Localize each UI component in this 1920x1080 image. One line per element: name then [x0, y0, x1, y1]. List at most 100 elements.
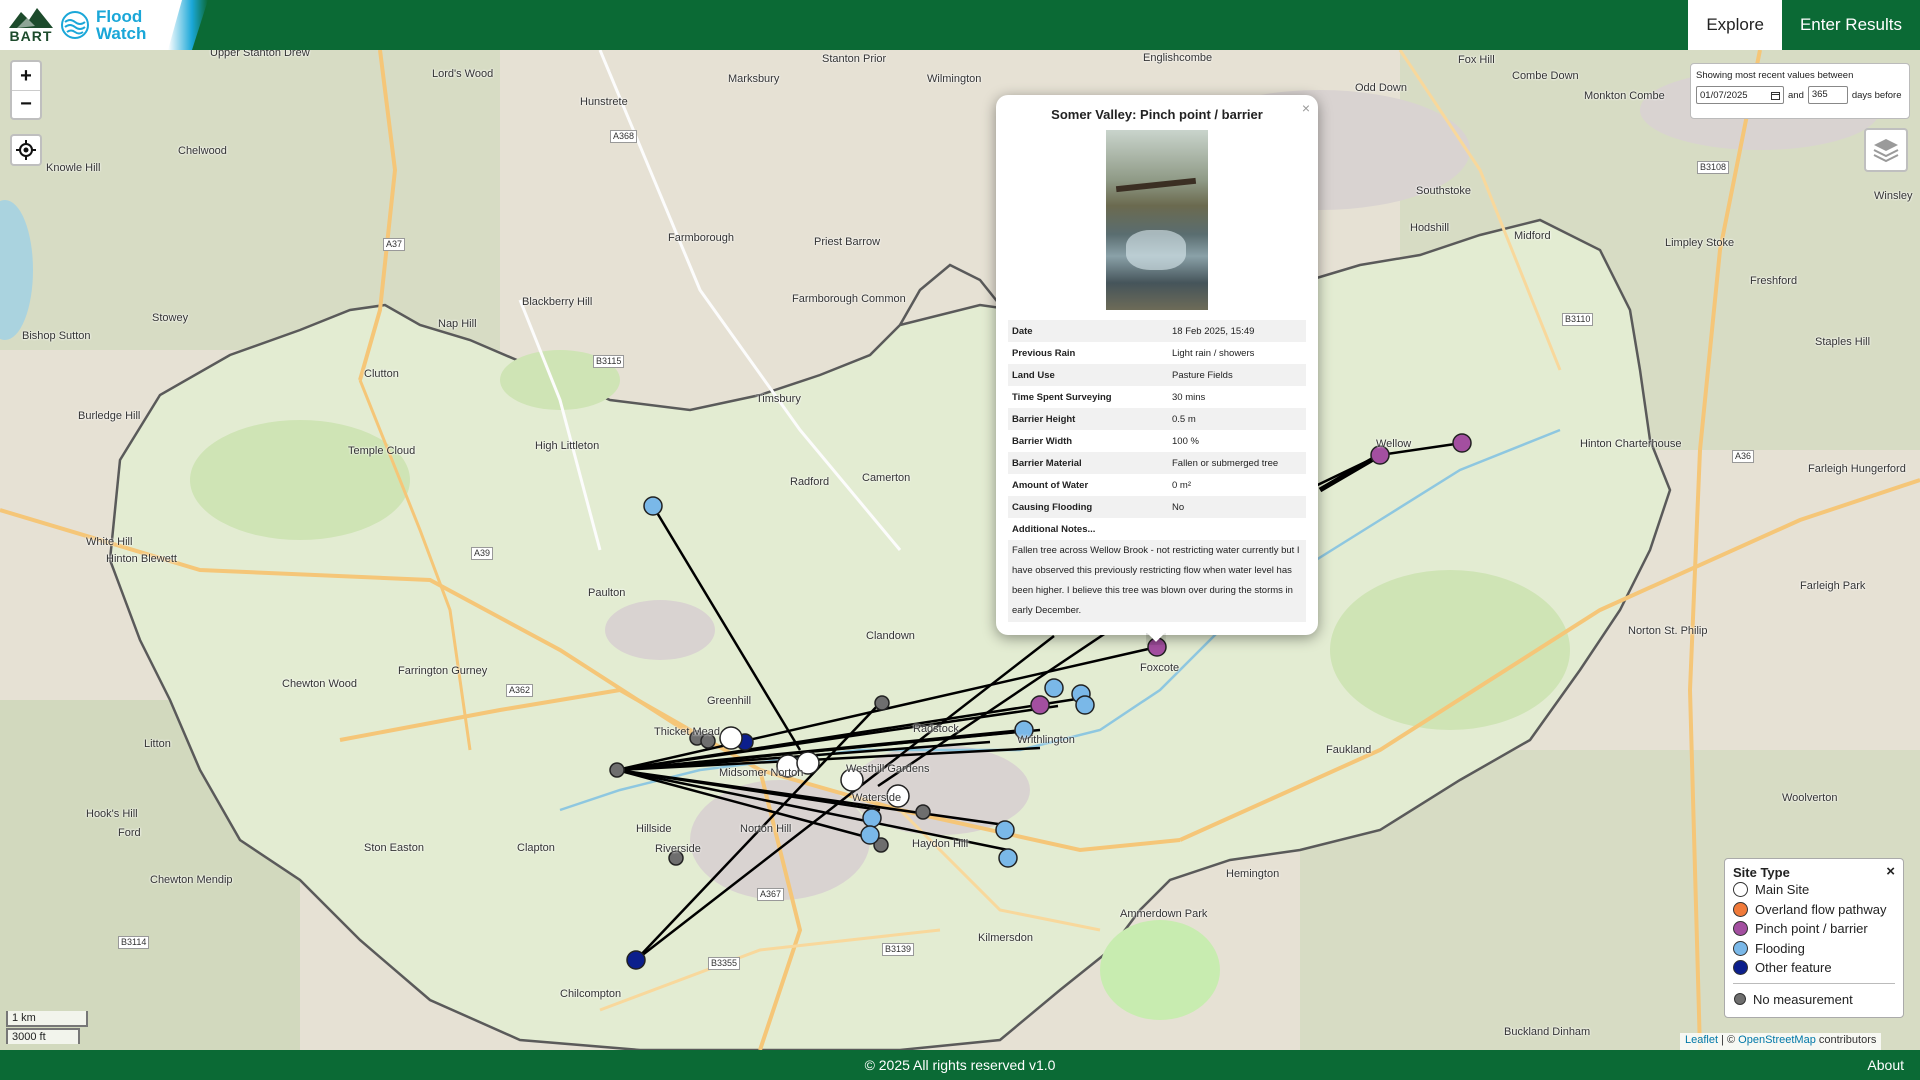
detail-value: 0 m²: [1172, 479, 1191, 491]
table-row: Causing Flooding No: [1008, 496, 1306, 518]
site-type-legend: Site Type × Main Site Overland flow path…: [1724, 858, 1904, 1018]
place-label: Hillside: [636, 823, 672, 835]
place-label: Clutton: [364, 368, 399, 380]
detail-key: Barrier Material: [1008, 452, 1168, 474]
place-label: Burledge Hill: [78, 410, 141, 422]
detail-key: Barrier Width: [1012, 435, 1073, 447]
zoom-in-button[interactable]: +: [12, 62, 40, 90]
place-label: Chilcompton: [560, 988, 622, 1000]
road-label: B3114: [118, 936, 150, 949]
about-link[interactable]: About: [1867, 1057, 1904, 1073]
detail-key: Causing Flooding: [1008, 496, 1168, 518]
days-input[interactable]: 365: [1807, 86, 1848, 104]
detail-value: [1168, 518, 1306, 540]
and-text: and: [1788, 89, 1804, 101]
zoom-control: + −: [10, 60, 42, 120]
map-attribution: Leaflet | © OpenStreetMap contributors: [1680, 1033, 1882, 1050]
app-name-line2: Watch: [96, 24, 147, 43]
detail-key: Time Spent Surveying: [1012, 391, 1112, 403]
place-label: Blackberry Hill: [522, 296, 593, 308]
road-label: B3110: [1562, 313, 1594, 326]
place-label: Knowle Hill: [46, 162, 101, 174]
place-label: Winsley: [1874, 190, 1913, 202]
legend-item: Other feature: [1733, 958, 1895, 978]
road-label: B3355: [708, 957, 741, 970]
detail-value: Fallen or submerged tree: [1168, 452, 1306, 474]
top-bar: BART Flood Watch Explore Enter Results: [0, 0, 1920, 50]
place-label: Nap Hill: [438, 318, 477, 330]
date-input[interactable]: 01/07/2025: [1696, 86, 1784, 104]
place-label: Midford: [1514, 230, 1551, 242]
table-row: Barrier Height 0.5 m: [1008, 408, 1306, 430]
road-label: A362: [506, 684, 534, 697]
date-value: 01/07/2025: [1700, 89, 1748, 101]
main-site-marker: [719, 726, 743, 750]
place-label: Hunstrete: [580, 96, 628, 108]
detail-key: Amount of Water: [1012, 479, 1089, 491]
leaflet-link[interactable]: Leaflet: [1685, 1034, 1718, 1046]
place-label: Chewton Wood: [282, 678, 358, 690]
place-label: Hodshill: [1410, 222, 1450, 234]
place-label: Writhlington: [1017, 734, 1075, 746]
site-popup: × Somer Valley: Pinch point / barrier Da…: [996, 95, 1318, 635]
site-photo[interactable]: [1106, 130, 1208, 310]
place-label: Riverside: [655, 843, 701, 855]
popup-close-button[interactable]: ×: [1302, 100, 1310, 116]
place-label: Litton: [144, 738, 171, 750]
legend-swatch: [1734, 993, 1746, 1006]
pinch-point-marker: [1030, 695, 1050, 715]
place-label: Odd Down: [1355, 82, 1407, 94]
date-filter-text: Showing most recent values between: [1696, 70, 1854, 81]
detail-key: Land Use: [1008, 364, 1168, 386]
place-label: Norton St. Philip: [1628, 625, 1708, 637]
place-label: Marksbury: [728, 73, 780, 85]
place-label: Hook's Hill: [86, 808, 138, 820]
table-row: Amount of Water 0 m²: [1008, 474, 1306, 496]
place-label: Thicket Mead: [654, 726, 721, 738]
place-label: Buckland Dinham: [1504, 1026, 1591, 1038]
calendar-icon: [1771, 91, 1780, 100]
scale-metric: 1 km: [6, 1011, 88, 1027]
map-view[interactable]: Upper Stanton Drew Marksbury Stanton Pri…: [0, 50, 1920, 1050]
place-label: Wilmington: [927, 73, 982, 85]
place-label: Camerton: [862, 472, 911, 484]
flooding-marker: [643, 496, 663, 516]
legend-close-button[interactable]: ×: [1886, 863, 1895, 880]
legend-swatch: [1733, 960, 1748, 976]
place-label: Stanton Prior: [822, 53, 887, 65]
detail-value: 30 mins: [1172, 391, 1206, 403]
legend-item: Main Site: [1733, 880, 1895, 900]
place-label: Radford: [790, 476, 830, 488]
place-label: Limpley Stoke: [1665, 237, 1735, 249]
locate-button[interactable]: [10, 134, 42, 166]
place-label: Haydon Hill: [912, 838, 969, 850]
place-label: Clandown: [866, 630, 915, 642]
place-label: Farmborough Common: [792, 293, 906, 305]
flooding-marker: [862, 808, 882, 828]
zoom-out-button[interactable]: −: [12, 90, 40, 118]
place-label: Hemington: [1226, 868, 1280, 880]
popup-details-table: Date 18 Feb 2025, 15:49 Previous Rain Ligh…: [1008, 320, 1306, 540]
legend-swatch: [1733, 882, 1748, 898]
place-label: Farleigh Hungerford: [1808, 463, 1906, 475]
nav-explore[interactable]: Explore: [1688, 0, 1782, 50]
map-canvas[interactable]: [0, 50, 1920, 1050]
place-label: Clapton: [517, 842, 555, 854]
place-label: Timsbury: [756, 393, 801, 405]
osm-link[interactable]: OpenStreetMap: [1738, 1034, 1816, 1046]
layers-button[interactable]: [1864, 128, 1908, 172]
place-label: Farleigh Park: [1800, 580, 1866, 592]
logo-text: BART: [9, 28, 53, 44]
table-row: Land Use Pasture Fields: [1008, 364, 1306, 386]
legend-item: No measurement: [1733, 990, 1895, 1010]
nav-enter-results[interactable]: Enter Results: [1782, 0, 1920, 50]
other-feature-marker: [626, 950, 646, 970]
no-measurement-marker: [874, 695, 890, 711]
attribution-suffix: contributors: [1815, 1034, 1877, 1046]
table-row: Previous Rain Light rain / showers: [1008, 342, 1306, 364]
place-label: Woolverton: [1782, 792, 1838, 804]
road-label: A367: [757, 888, 785, 901]
popup-title: Somer Valley: Pinch point / barrier: [1051, 107, 1263, 122]
place-label: Monkton Combe: [1584, 90, 1665, 102]
scale-imperial: 3000 ft: [6, 1028, 80, 1044]
